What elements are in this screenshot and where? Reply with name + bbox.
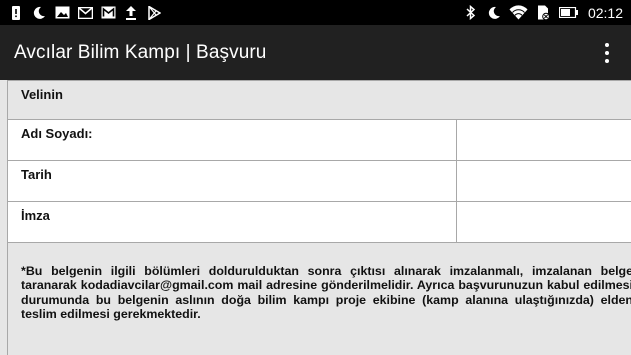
upload-icon xyxy=(123,5,139,21)
form-content[interactable]: Velinin Adı Soyadı: Tarih İmza *Bu belge… xyxy=(0,80,631,355)
field-label-name: Adı Soyadı: xyxy=(7,119,457,161)
mail-icon xyxy=(77,5,93,21)
no-sim-icon xyxy=(536,5,552,21)
overflow-menu-icon[interactable] xyxy=(597,38,617,68)
field-label-signature: İmza xyxy=(7,201,457,243)
submission-note: *Bu belgenin ilgili bölümleri dolduruldu… xyxy=(7,242,631,355)
do-not-disturb-moon-icon xyxy=(31,5,47,21)
guardian-form-table: Velinin Adı Soyadı: Tarih İmza *Bu belge… xyxy=(7,80,631,355)
image-icon xyxy=(54,5,70,21)
field-value-date[interactable] xyxy=(456,160,631,202)
notification-icons xyxy=(8,5,162,21)
section-title: Velinin xyxy=(7,80,631,120)
do-not-disturb-moon-icon xyxy=(486,5,502,21)
note-row: *Bu belgenin ilgili bölümleri dolduruldu… xyxy=(7,242,631,355)
alert-icon xyxy=(8,5,24,21)
form-row-date: Tarih xyxy=(7,160,631,202)
wifi-icon xyxy=(509,5,529,21)
status-clock: 02:12 xyxy=(587,4,623,21)
app-bar: Avcılar Bilim Kampı | Başvuru xyxy=(0,25,631,80)
play-store-icon xyxy=(146,5,162,21)
status-bar: 02:12 xyxy=(0,0,631,25)
form-row-name: Adı Soyadı: xyxy=(7,119,631,161)
field-value-name[interactable] xyxy=(456,119,631,161)
battery-icon xyxy=(559,5,579,21)
field-value-signature[interactable] xyxy=(456,201,631,243)
system-icons: 02:12 xyxy=(463,5,623,21)
section-header-row: Velinin xyxy=(7,80,631,120)
field-label-date: Tarih xyxy=(7,160,457,202)
bluetooth-icon xyxy=(463,5,479,21)
form-row-signature: İmza xyxy=(7,201,631,243)
gmail-icon xyxy=(100,5,116,21)
app-title: Avcılar Bilim Kampı | Başvuru xyxy=(14,41,267,63)
